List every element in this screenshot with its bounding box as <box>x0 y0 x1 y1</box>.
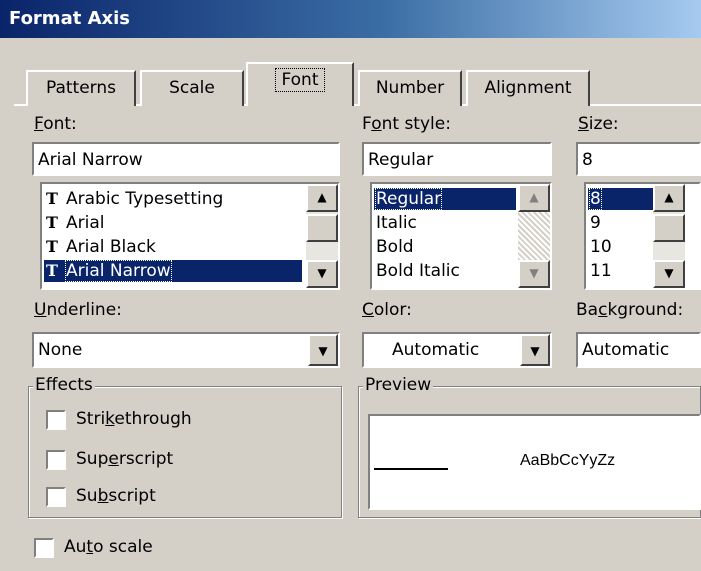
auto-scale-label[interactable]: Auto scale <box>64 537 153 557</box>
scroll-thumb[interactable] <box>653 214 685 242</box>
size-list[interactable]: 8 9 10 11 ▲ ▼ <box>584 182 701 290</box>
list-item-selected[interactable]: T Arial Narrow <box>44 260 302 282</box>
tab-scale[interactable]: Scale <box>140 70 244 106</box>
color-value: Automatic <box>392 340 480 360</box>
preview-box: AaBbCcYyZz <box>368 414 701 510</box>
underline-dropdown[interactable]: None ▼ <box>32 332 340 368</box>
preview-sample-text: AaBbCcYyZz <box>520 452 616 469</box>
superscript-label[interactable]: Superscript <box>76 449 173 469</box>
chevron-down-icon[interactable]: ▼ <box>520 334 550 366</box>
color-label: Color: <box>362 300 412 320</box>
list-item[interactable]: 10 <box>588 236 656 258</box>
list-item[interactable]: 11 <box>588 260 656 282</box>
tab-number[interactable]: Number <box>358 70 462 106</box>
list-item-selected[interactable]: Regular <box>374 188 516 210</box>
preview-axis-line <box>374 468 448 470</box>
size-label: Size: <box>578 114 619 134</box>
scroll-up-button[interactable]: ▲ <box>653 184 685 212</box>
font-input-value: Arial Narrow <box>38 150 143 170</box>
scroll-up-button[interactable]: ▲ <box>518 184 550 212</box>
background-label: Background: <box>576 300 684 320</box>
font-style-input[interactable]: Regular <box>362 142 552 176</box>
truetype-icon: T <box>46 261 58 280</box>
underline-value: None <box>38 340 83 360</box>
list-item-selected[interactable]: 8 <box>588 188 656 210</box>
auto-scale-checkbox[interactable] <box>34 538 54 558</box>
superscript-checkbox[interactable] <box>46 450 66 470</box>
tab-patterns[interactable]: Patterns <box>26 70 136 106</box>
preview-legend: Preview <box>363 375 434 395</box>
window-title: Format Axis <box>9 8 131 29</box>
font-style-label: Font style: <box>362 114 451 134</box>
strikethrough-label[interactable]: Strikethrough <box>76 409 192 429</box>
scroll-down-button[interactable]: ▼ <box>653 260 685 288</box>
font-label: Font: <box>34 114 77 134</box>
tab-label: Patterns <box>45 78 117 98</box>
size-input-value: 8 <box>582 150 593 170</box>
tab-label: Scale <box>169 78 215 98</box>
tab-alignment[interactable]: Alignment <box>466 70 590 106</box>
size-input[interactable]: 8 <box>576 142 701 176</box>
background-dropdown[interactable]: Automatic <box>576 332 701 368</box>
list-item[interactable]: Bold <box>374 236 516 258</box>
tab-label: Number <box>375 78 445 98</box>
background-value: Automatic <box>582 340 670 360</box>
list-item[interactable]: Italic <box>374 212 516 234</box>
list-item[interactable]: T Arial <box>44 212 306 234</box>
list-item[interactable]: Bold Italic <box>374 260 516 282</box>
size-scrollbar[interactable]: ▲ ▼ <box>653 184 685 288</box>
effects-legend: Effects <box>33 375 95 395</box>
tab-font[interactable]: Font <box>246 62 354 106</box>
list-item[interactable]: T Arial Black <box>44 236 306 258</box>
font-list[interactable]: T Arabic Typesetting T Arial T Arial Black … <box>40 182 340 290</box>
font-list-scrollbar[interactable]: ▲ ▼ <box>306 184 338 288</box>
title-bar: Format Axis <box>0 0 701 38</box>
truetype-icon: T <box>46 189 58 208</box>
font-style-input-value: Regular <box>368 150 434 170</box>
font-input[interactable]: Arial Narrow <box>32 142 340 176</box>
scroll-thumb[interactable] <box>306 214 338 242</box>
chevron-down-icon[interactable]: ▼ <box>308 334 338 366</box>
color-dropdown[interactable]: Automatic ▼ <box>362 332 552 368</box>
subscript-label[interactable]: Subscript <box>76 486 156 506</box>
truetype-icon: T <box>46 237 58 256</box>
scroll-track <box>518 212 550 260</box>
subscript-checkbox[interactable] <box>46 487 66 507</box>
scroll-down-button[interactable]: ▼ <box>306 260 338 288</box>
scroll-up-button[interactable]: ▲ <box>306 184 338 212</box>
underline-label: Underline: <box>34 300 122 320</box>
list-item[interactable]: 9 <box>588 212 656 234</box>
strikethrough-checkbox[interactable] <box>46 410 66 430</box>
tab-label: Font <box>281 70 319 90</box>
scroll-down-button[interactable]: ▼ <box>518 260 550 288</box>
tab-label: Alignment <box>484 78 572 98</box>
font-style-scrollbar[interactable]: ▲ ▼ <box>518 184 550 288</box>
truetype-icon: T <box>46 213 58 232</box>
list-item[interactable]: T Arabic Typesetting <box>44 188 306 210</box>
font-style-list[interactable]: Regular Italic Bold Bold Italic ▲ ▼ <box>370 182 552 290</box>
